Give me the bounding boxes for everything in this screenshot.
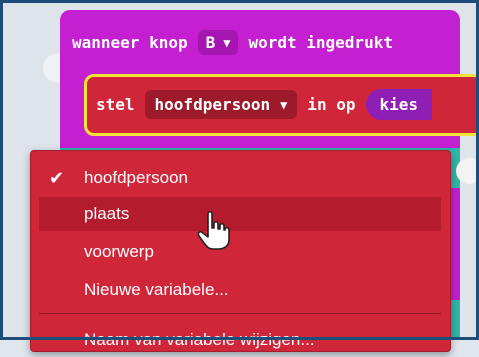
event-suffix: wordt ingedrukt bbox=[248, 33, 393, 52]
menu-item-rename-variable[interactable]: Naam van variabele wijzigen... bbox=[39, 323, 441, 357]
hand-pointer-icon bbox=[197, 210, 230, 250]
button-dropdown[interactable]: B ▼ bbox=[197, 30, 239, 55]
menu-item-voorwerp[interactable]: voorwerp bbox=[39, 235, 441, 269]
check-icon: ✔ bbox=[49, 168, 65, 188]
chevron-down-icon: ▼ bbox=[223, 35, 231, 50]
variable-dropdown[interactable]: hoofdpersoon ▼ bbox=[144, 90, 298, 119]
chevron-down-icon: ▼ bbox=[280, 97, 288, 112]
block-input-knob bbox=[456, 158, 479, 184]
value-block[interactable]: kies bbox=[365, 89, 433, 120]
menu-divider bbox=[39, 313, 441, 314]
menu-item-plaats[interactable]: plaats bbox=[39, 197, 441, 231]
variable-dropdown-menu: ✔ hoofdpersoon plaats voorwerp Nieuwe va… bbox=[30, 150, 451, 352]
set-prefix: stel bbox=[96, 95, 135, 114]
button-value: B bbox=[205, 33, 216, 52]
menu-item-label: hoofdpersoon bbox=[84, 168, 188, 187]
set-variable-row: stel hoofdpersoon ▼ in op kies bbox=[96, 89, 433, 120]
menu-item-new-variable[interactable]: Nieuwe variabele... bbox=[39, 273, 441, 307]
event-header: wanneer knop B ▼ wordt ingedrukt bbox=[72, 30, 393, 55]
variable-name: hoofdpersoon bbox=[154, 95, 271, 114]
menu-item-label: voorwerp bbox=[84, 242, 154, 261]
menu-item-hoofdpersoon[interactable]: ✔ hoofdpersoon bbox=[39, 161, 441, 195]
menu-item-label: plaats bbox=[84, 204, 130, 223]
menu-item-label: Naam van variabele wijzigen... bbox=[84, 330, 315, 349]
menu-item-label: Nieuwe variabele... bbox=[84, 280, 229, 299]
set-middle: in op bbox=[307, 95, 356, 114]
event-prefix: wanneer knop bbox=[72, 33, 188, 52]
